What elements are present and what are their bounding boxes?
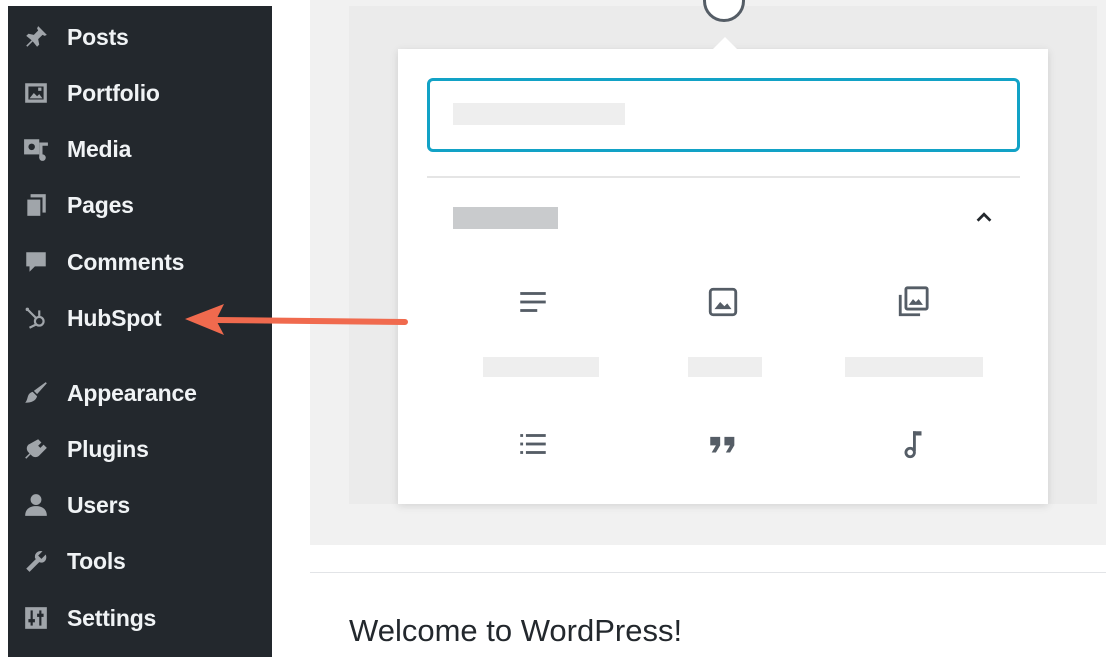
sidebar-item-label: Comments	[67, 248, 185, 275]
collapse-category-button[interactable]	[967, 200, 1001, 234]
pages-icon	[22, 191, 50, 219]
gallery-icon	[895, 284, 931, 320]
sidebar-item-label: Settings	[67, 604, 157, 631]
block-label-blurred	[483, 357, 599, 377]
sidebar-item-label: Media	[67, 135, 132, 162]
popover-pointer	[712, 37, 738, 50]
sidebar-item-settings[interactable]: Settings	[8, 596, 272, 640]
sidebar-item-label: Pages	[67, 191, 134, 218]
media-icon	[22, 135, 50, 163]
wrench-icon	[22, 547, 50, 575]
block-gallery[interactable]	[838, 280, 988, 400]
sidebar-item-tools[interactable]: Tools	[8, 539, 272, 583]
annotation-arrow-icon	[185, 304, 408, 335]
audio-icon	[895, 426, 931, 462]
sidebar-item-comments[interactable]: Comments	[8, 240, 272, 284]
sidebar-item-posts[interactable]: Posts	[8, 15, 272, 59]
block-paragraph[interactable]	[458, 280, 608, 400]
sidebar-item-users[interactable]: Users	[8, 483, 272, 527]
sidebar-item-plugins[interactable]: Plugins	[8, 427, 272, 471]
paintbrush-icon	[22, 379, 50, 407]
sidebar-item-label: Tools	[67, 547, 126, 574]
block-audio[interactable]	[838, 420, 988, 540]
quote-icon	[705, 426, 741, 462]
sidebar-item-pages[interactable]: Pages	[8, 183, 272, 227]
sidebar-item-label: Posts	[67, 23, 129, 50]
block-image[interactable]	[648, 280, 798, 400]
block-list[interactable]	[458, 420, 608, 540]
block-label-blurred	[845, 357, 983, 377]
sidebar-item-label: Appearance	[67, 379, 197, 406]
hubspot-sprocket-icon	[22, 304, 50, 332]
sidebar-item-label: Plugins	[67, 435, 149, 462]
sidebar-item-label: Users	[67, 491, 130, 518]
list-icon	[515, 426, 551, 462]
inserter-divider	[427, 176, 1020, 178]
paragraph-icon	[515, 284, 551, 320]
sidebar-item-portfolio[interactable]: Portfolio	[8, 71, 272, 115]
pushpin-icon	[22, 23, 50, 51]
welcome-title: Welcome to WordPress!	[349, 613, 683, 648]
plugin-icon	[22, 435, 50, 463]
user-icon	[22, 491, 50, 519]
sidebar-item-appearance[interactable]: Appearance	[8, 371, 272, 415]
block-label-blurred	[688, 357, 762, 377]
sidebar-item-media[interactable]: Media	[8, 127, 272, 171]
block-category-title-blurred	[453, 207, 558, 229]
portfolio-icon	[22, 79, 50, 107]
settings-sliders-icon	[22, 604, 50, 632]
chevron-up-icon	[976, 212, 992, 222]
sidebar-item-label: Portfolio	[67, 79, 160, 106]
sidebar-item-label: HubSpot	[67, 304, 162, 331]
search-placeholder-text-blurred	[453, 103, 625, 125]
comment-icon	[22, 248, 50, 276]
block-quote[interactable]	[648, 420, 798, 540]
image-icon	[705, 284, 741, 320]
